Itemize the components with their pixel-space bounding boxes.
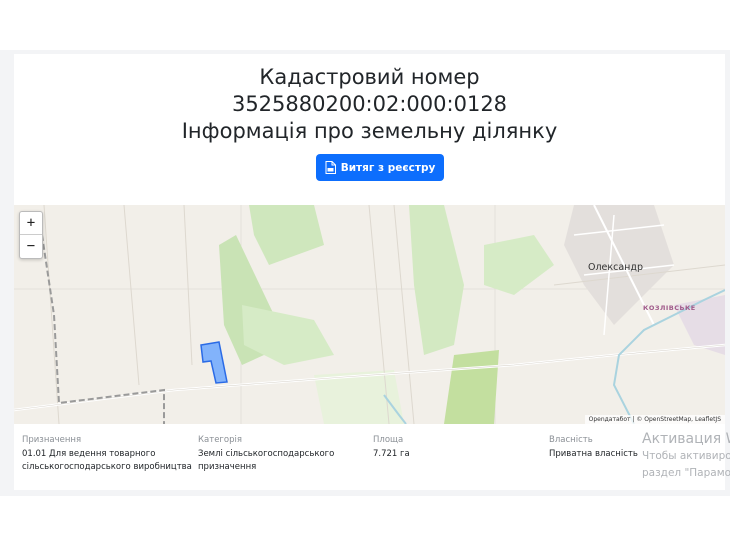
parcel-card: Кадастровий номер 3525880200:02:000:0128… — [14, 54, 725, 490]
zoom-out-button[interactable]: − — [20, 235, 42, 257]
info-ownership: Власність Приватна власність — [549, 434, 638, 461]
title-cadastral-number: 3525880200:02:000:0128 — [231, 92, 508, 116]
info-purpose: Призначення 01.01 Для ведення товарного … — [22, 434, 192, 474]
map-label-village: Олександр — [588, 262, 643, 273]
registry-extract-label: Витяг з реєстру — [340, 161, 436, 174]
registry-extract-button[interactable]: Витяг з реєстру — [316, 154, 444, 181]
info-ownership-label: Власність — [549, 435, 593, 445]
map-attribution[interactable]: Openдатабот | © OpenStreetMap, LeafletJS — [584, 415, 725, 424]
info-category-label: Категорія — [198, 435, 242, 445]
map-label-district: КОЗЛІВСЬКЕ — [643, 304, 696, 312]
info-purpose-label: Призначення — [22, 435, 82, 445]
info-category: Категорія Землі сільськогосподарського п… — [198, 434, 334, 474]
pdf-document-icon — [325, 161, 336, 174]
title-land-info: Інформація про земельну ділянку — [181, 119, 558, 143]
info-category-value: Землі сільськогосподарського призначення — [198, 449, 335, 472]
zoom-control: + − — [19, 211, 43, 259]
page-title: Кадастровий номер 3525880200:02:000:0128… — [14, 64, 725, 145]
info-area-value: 7.721 га — [373, 449, 410, 459]
title-cadastral-label: Кадастровий номер — [259, 65, 480, 89]
map-tiles — [14, 205, 725, 424]
info-purpose-value: 01.01 Для ведення товарного сільськогосп… — [22, 449, 192, 472]
parcel-map[interactable]: + − Олександр КОЗЛІВСЬКЕ Openдатабот | ©… — [14, 205, 725, 424]
info-ownership-value: Приватна власність — [549, 449, 638, 459]
parcel-info-row: Призначення 01.01 Для ведення товарного … — [14, 434, 725, 484]
info-area: Площа 7.721 га — [373, 434, 410, 461]
zoom-in-button[interactable]: + — [20, 212, 42, 235]
windows-activation-watermark: Активация W Чтобы активиро раздел "Парам… — [642, 431, 730, 479]
info-area-label: Площа — [373, 435, 404, 445]
